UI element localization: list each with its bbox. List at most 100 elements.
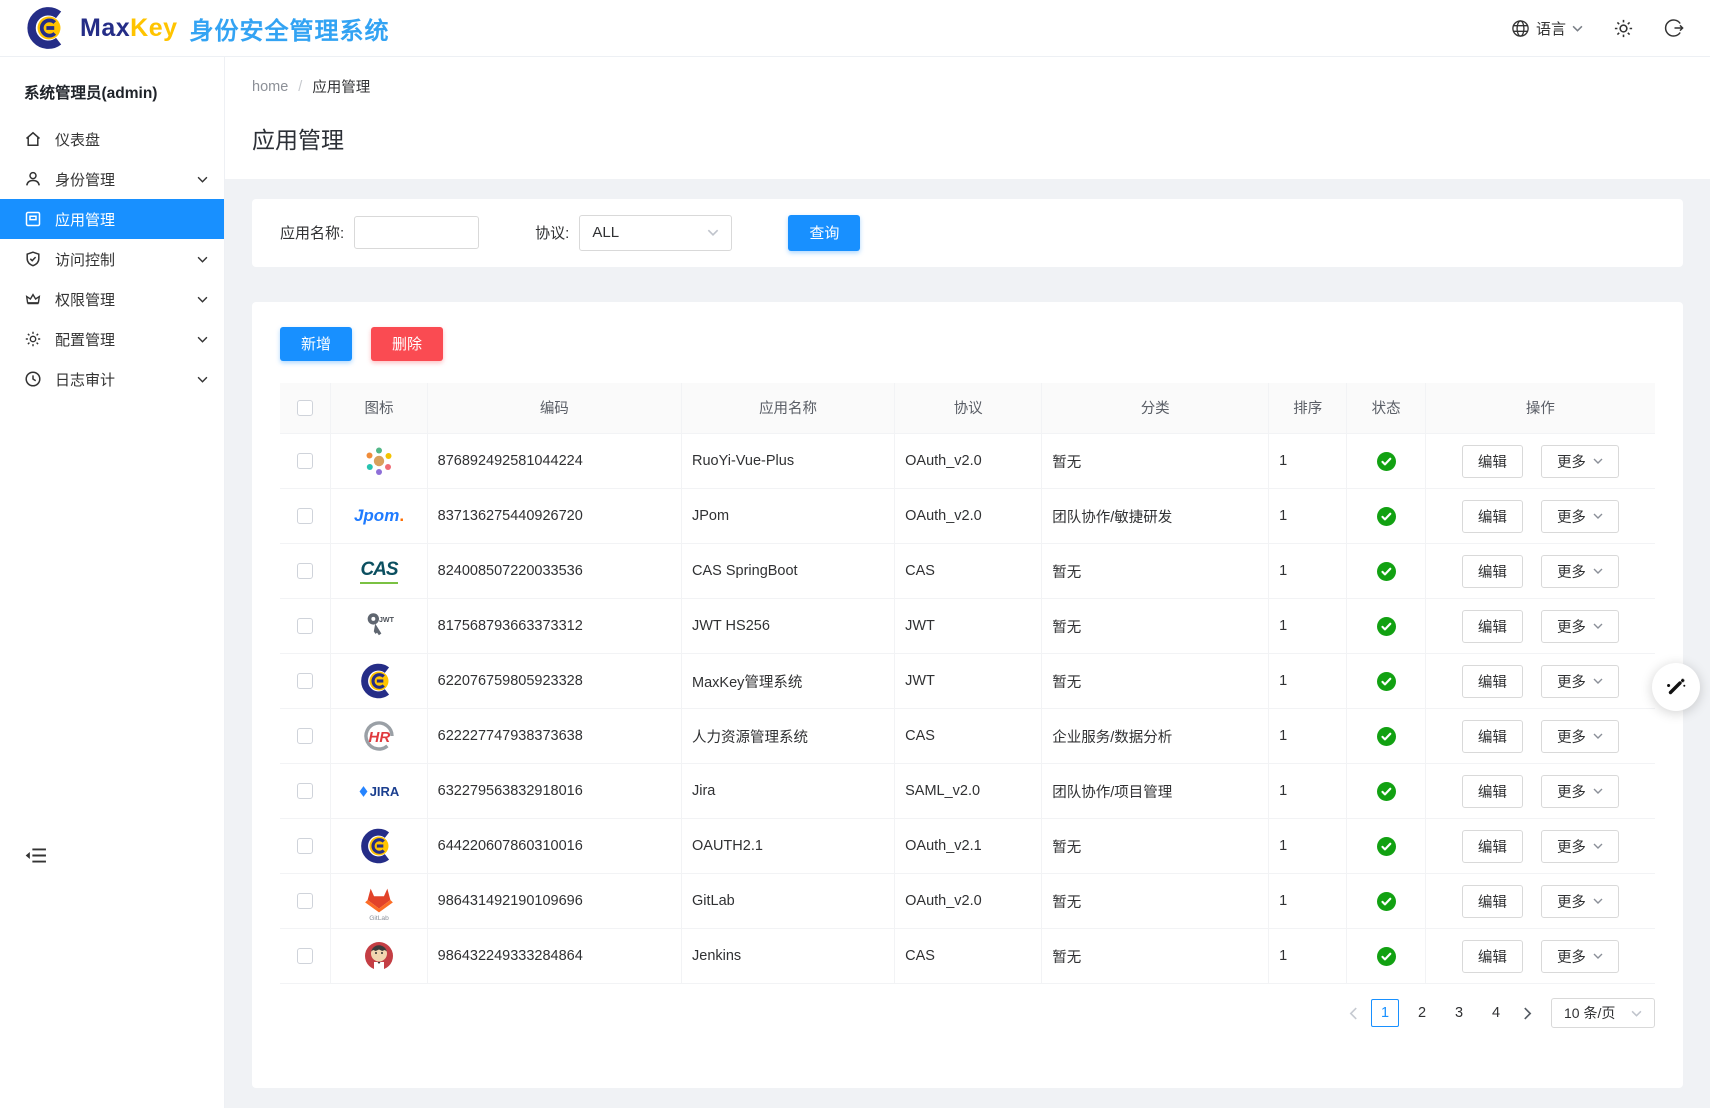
more-button[interactable]: 更多 xyxy=(1541,555,1619,588)
jenkins-logo-icon xyxy=(357,934,401,978)
protocol-select-value: ALL xyxy=(592,224,619,241)
gitlab-logo-icon: GitLab xyxy=(357,879,401,923)
language-menu[interactable]: 语言 xyxy=(1511,18,1583,39)
jira-logo-icon: JIRA xyxy=(357,769,401,813)
select-all-checkbox[interactable] xyxy=(297,400,313,416)
more-button[interactable]: 更多 xyxy=(1541,830,1619,863)
app-title: 身份安全管理系统 xyxy=(190,11,390,46)
edit-button[interactable]: 编辑 xyxy=(1462,445,1523,478)
table-row: 644220607860310016 OAUTH2.1 OAuth_v2.1 暂… xyxy=(280,819,1655,874)
app-sort-cell: 1 xyxy=(1269,819,1347,874)
sidebar-item-app[interactable]: 应用管理 xyxy=(0,199,224,239)
table-card: 新增 删除 图标 编码 应用名称 协议 分类 排序 xyxy=(252,302,1683,1089)
sidebar-item-clock[interactable]: 日志审计 xyxy=(0,359,224,399)
page-3-button[interactable]: 3 xyxy=(1445,999,1473,1027)
more-button[interactable]: 更多 xyxy=(1541,610,1619,643)
page-2-button[interactable]: 2 xyxy=(1408,999,1436,1027)
app-protocol-cell: JWT xyxy=(895,599,1042,654)
pagination: 1234 10 条/页 xyxy=(280,998,1655,1028)
row-checkbox[interactable] xyxy=(297,893,313,909)
app-sort-cell: 1 xyxy=(1269,709,1347,764)
page-size-select[interactable]: 10 条/页 xyxy=(1551,998,1655,1028)
app-code-cell: 622227747938373638 xyxy=(427,709,681,764)
more-button[interactable]: 更多 xyxy=(1541,885,1619,918)
row-checkbox[interactable] xyxy=(297,728,313,744)
edit-button[interactable]: 编辑 xyxy=(1462,940,1523,973)
status-enabled-icon xyxy=(1377,617,1396,636)
app-protocol-cell: OAuth_v2.0 xyxy=(895,489,1042,544)
edit-button[interactable]: 编辑 xyxy=(1462,500,1523,533)
sidebar: 系统管理员(admin) 仪表盘 身份管理 应用管理 访问控制 权限管理 xyxy=(0,57,225,1108)
app-name-filter-input[interactable] xyxy=(354,216,479,249)
table-row: 876892492581044224 RuoYi-Vue-Plus OAuth_… xyxy=(280,434,1655,489)
row-checkbox[interactable] xyxy=(297,563,313,579)
sidebar-item-crown[interactable]: 权限管理 xyxy=(0,279,224,319)
app-code-cell: 986431492190109696 xyxy=(427,874,681,929)
edit-button[interactable]: 编辑 xyxy=(1462,555,1523,588)
chevron-down-icon xyxy=(197,376,208,383)
page-head: home / 应用管理 应用管理 xyxy=(225,57,1710,179)
crown-icon xyxy=(24,290,42,308)
prev-page-button[interactable] xyxy=(1345,1007,1362,1020)
app-name-cell: JWT HS256 xyxy=(682,599,895,654)
row-checkbox[interactable] xyxy=(297,508,313,524)
row-checkbox[interactable] xyxy=(297,948,313,964)
more-button[interactable]: 更多 xyxy=(1541,775,1619,808)
more-button[interactable]: 更多 xyxy=(1541,500,1619,533)
more-button[interactable]: 更多 xyxy=(1541,665,1619,698)
search-button[interactable]: 查询 xyxy=(788,215,860,251)
app-sort-cell: 1 xyxy=(1269,764,1347,819)
logout-icon[interactable] xyxy=(1664,18,1684,38)
column-header-name: 应用名称 xyxy=(682,383,895,434)
app-name-cell: Jenkins xyxy=(682,929,895,984)
breadcrumb: home / 应用管理 xyxy=(252,76,1683,97)
app-protocol-cell: OAuth_v2.0 xyxy=(895,874,1042,929)
breadcrumb-home[interactable]: home xyxy=(252,79,288,95)
sidebar-item-user[interactable]: 身份管理 xyxy=(0,159,224,199)
edit-button[interactable]: 编辑 xyxy=(1462,830,1523,863)
app-protocol-cell: CAS xyxy=(895,709,1042,764)
edit-button[interactable]: 编辑 xyxy=(1462,720,1523,753)
app-protocol-cell: OAuth_v2.0 xyxy=(895,434,1042,489)
column-header-sort: 排序 xyxy=(1269,383,1347,434)
column-header-category: 分类 xyxy=(1042,383,1269,434)
sidebar-item-shield[interactable]: 访问控制 xyxy=(0,239,224,279)
jwt-logo-icon: JWT xyxy=(357,604,401,648)
page-4-button[interactable]: 4 xyxy=(1482,999,1510,1027)
next-page-button[interactable] xyxy=(1519,1007,1536,1020)
user-icon xyxy=(24,170,42,188)
sidebar-item-gear[interactable]: 配置管理 xyxy=(0,319,224,359)
edit-button[interactable]: 编辑 xyxy=(1462,610,1523,643)
maxkey-logo-icon xyxy=(26,5,72,51)
app-sort-cell: 1 xyxy=(1269,654,1347,709)
chevron-down-icon xyxy=(1593,843,1603,849)
more-button[interactable]: 更多 xyxy=(1541,940,1619,973)
delete-button[interactable]: 删除 xyxy=(371,327,443,361)
menu-fold-icon[interactable] xyxy=(24,847,47,869)
page-1-button[interactable]: 1 xyxy=(1371,999,1399,1027)
magic-wand-button[interactable] xyxy=(1652,663,1700,711)
current-user-label: 系统管理员(admin) xyxy=(0,57,224,119)
protocol-select[interactable]: ALL xyxy=(579,215,732,251)
add-button[interactable]: 新增 xyxy=(280,327,352,361)
more-button[interactable]: 更多 xyxy=(1541,720,1619,753)
app-code-cell: 876892492581044224 xyxy=(427,434,681,489)
chevron-down-icon xyxy=(197,296,208,303)
edit-button[interactable]: 编辑 xyxy=(1462,885,1523,918)
app-sort-cell: 1 xyxy=(1269,874,1347,929)
row-checkbox[interactable] xyxy=(297,618,313,634)
row-checkbox[interactable] xyxy=(297,453,313,469)
settings-gear-icon[interactable] xyxy=(1613,18,1634,39)
edit-button[interactable]: 编辑 xyxy=(1462,665,1523,698)
edit-button[interactable]: 编辑 xyxy=(1462,775,1523,808)
more-button[interactable]: 更多 xyxy=(1541,445,1619,478)
row-checkbox[interactable] xyxy=(297,783,313,799)
table-row: GitLab 986431492190109696 GitLab OAuth_v… xyxy=(280,874,1655,929)
app-name-cell: GitLab xyxy=(682,874,895,929)
app-sort-cell: 1 xyxy=(1269,489,1347,544)
row-checkbox[interactable] xyxy=(297,838,313,854)
sidebar-item-home[interactable]: 仪表盘 xyxy=(0,119,224,159)
app-code-cell: 837136275440926720 xyxy=(427,489,681,544)
table-row: JIRA 632279563832918016 Jira SAML_v2.0 团… xyxy=(280,764,1655,819)
row-checkbox[interactable] xyxy=(297,673,313,689)
